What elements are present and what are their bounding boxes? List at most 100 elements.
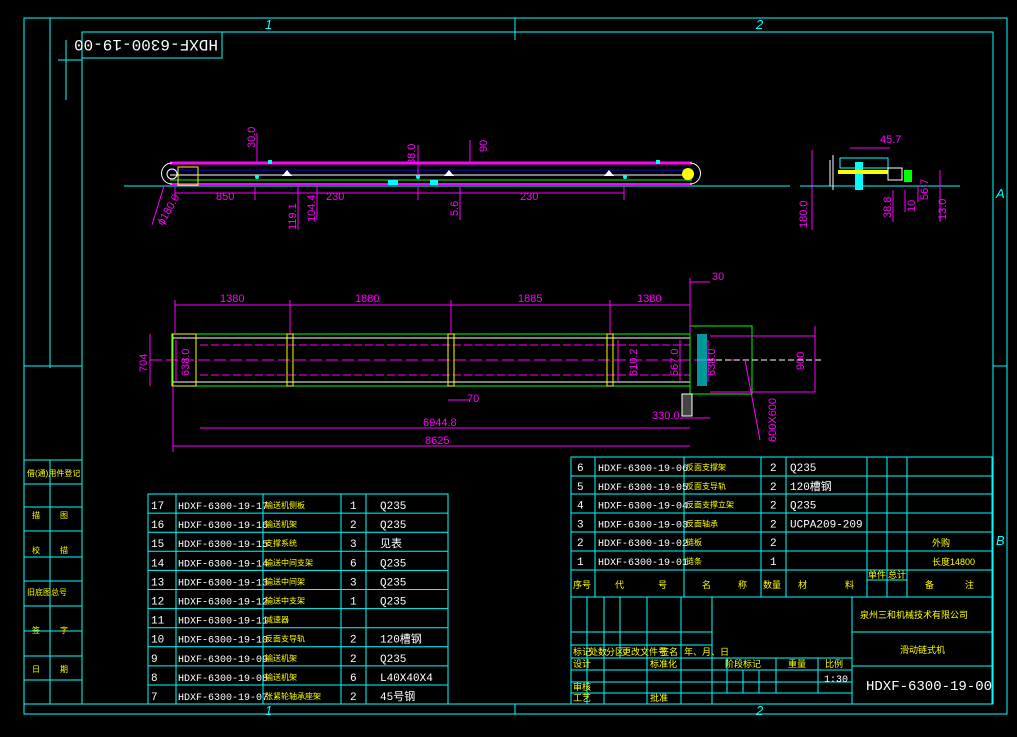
product-name: 滑动链式机 <box>900 644 945 655</box>
part-no: 9 <box>151 654 158 666</box>
part-code: HDXF-6300-19-09 <box>178 655 268 666</box>
left-strip-0-label: 借(通)用件登记 <box>27 468 80 478</box>
parts-upper-header-6-label: 材 <box>798 579 807 590</box>
part-qty: 2 <box>770 519 777 531</box>
part-qty: 2 <box>350 635 357 647</box>
dims-plan-6-label: 638.0 <box>180 348 192 376</box>
title-block: 泉州三和机械技术有限公司 滑动链式机 标记 处数 分区 更改文件号 签名 年、月… <box>570 596 993 705</box>
title-block-design-label: 设计 <box>573 658 591 669</box>
zone-right-b: B <box>996 533 1005 548</box>
part-material: 见表 <box>380 536 402 551</box>
left-strip-9-label: 期 <box>60 665 68 674</box>
dims-plan-11-label: 70 <box>467 393 479 405</box>
part-code: HDXF-6300-19-03 <box>598 520 688 531</box>
upper-table-header: 序号 代 号 名 称 数量 材 料 单件 总计 备 注 <box>573 569 974 590</box>
dims-section-4-label: 13.0 <box>937 199 949 220</box>
dims-plan-14-label: 8625 <box>425 435 449 447</box>
upper-table-row: 3 HDXF-6300-19-03反面轴承 2 UCPA209-209 <box>577 518 863 531</box>
part-code: HDXF-6300-19-17 <box>178 502 268 513</box>
part-no: 8 <box>151 673 158 685</box>
part-qty: 6 <box>350 673 357 685</box>
dims-side-6-label: 119.1 <box>287 203 299 230</box>
zone-bottom-2: 2 <box>755 703 764 718</box>
part-qty: 2 <box>350 692 357 704</box>
part-no: 6 <box>577 463 584 475</box>
part-qty: 1 <box>350 501 357 513</box>
part-qty: 2 <box>770 482 777 494</box>
upper-table-row: 5 HDXF-6300-19-05反面支导轨 2 120槽钢 <box>577 480 832 494</box>
part-name: 反面支撑立架 <box>686 500 734 510</box>
part-code: HDXF-6300-19-07 <box>178 693 268 704</box>
lower-table-row: 7 HDXF-6300-19-07张紧轮轴承座架 2 45号钢 <box>151 690 415 704</box>
part-qty: 6 <box>350 558 357 570</box>
dims-section-0-label: 45.7 <box>880 134 901 146</box>
part-no: 17 <box>151 501 164 513</box>
part-name: 反面支导轨 <box>265 634 305 644</box>
dims-plan-9-label: 638.0 <box>706 348 718 376</box>
part-code: HDXF-6300-19-01 <box>598 558 688 569</box>
part-qty: 1 <box>770 557 777 569</box>
dims-side-0-label: 30.0 <box>246 127 258 148</box>
scale-value: 1:30 <box>824 675 848 686</box>
part-material: Q235 <box>380 520 406 532</box>
title-block-row-labels-5-label: 年、月、日 <box>684 646 729 657</box>
lower-table-row: 8 HDXF-6300-19-08输送机架 6 L40X40X4 <box>151 672 433 685</box>
part-name: 输送中间架 <box>265 576 305 586</box>
parts-upper-header-4-label: 称 <box>738 579 747 590</box>
dims-side-3-label: 850 <box>216 191 234 203</box>
parts-upper-header-5-label: 数量 <box>763 579 781 590</box>
upper-table-row: 4 HDXF-6300-19-04反面支撑立架 2 Q235 <box>577 500 816 513</box>
part-code: HDXF-6300-19-06 <box>598 464 688 475</box>
plan-view <box>150 325 822 417</box>
part-no: 13 <box>151 577 164 589</box>
part-no: 1 <box>577 557 584 569</box>
dims-side-10-label: 180.0 <box>798 200 810 228</box>
left-strip-5-label: 旧底图总号 <box>27 587 67 597</box>
dims-section-2-label: 10 <box>906 200 918 212</box>
upper-table-row: 1 HDXF-6300-19-01链条 1 长度14800 <box>577 556 975 569</box>
part-no: 12 <box>151 597 164 609</box>
title-block-check-label: 审核 <box>573 681 591 692</box>
part-no: 7 <box>151 692 158 704</box>
part-qty: 2 <box>770 538 777 550</box>
parts-upper-header-9-label: 总计 <box>888 569 906 580</box>
left-strip-labels: 借(通)用件登记 描 图 校 描 旧底图总号 签 字 日 期 <box>27 468 80 674</box>
title-block-weight-label: 重量 <box>788 658 806 669</box>
mirrored-drawing-number: HDXF-6300-19-00 <box>74 35 218 53</box>
part-code: HDXF-6300-19-08 <box>178 674 268 685</box>
part-qty: 2 <box>770 501 777 513</box>
part-name: 输送机架 <box>265 653 297 663</box>
dims-side-5-label: 230 <box>520 191 538 203</box>
lower-table-row: 11 HDXF-6300-19-11减速器 <box>151 615 289 628</box>
part-material: UCPA209-209 <box>790 519 863 531</box>
part-material: Q235 <box>380 654 406 666</box>
part-material: Q235 <box>380 501 406 513</box>
lower-table-row: 16 HDXF-6300-19-16输送机架 2 Q235 <box>151 519 406 532</box>
title-block-stage-label: 阶段标记 <box>725 658 761 669</box>
side-view-dim-text: 30.0 38.0 90 850 230 230 119.1 104.4 5.6… <box>155 127 810 230</box>
part-no: 4 <box>577 501 584 513</box>
part-name: 减速器 <box>265 615 289 625</box>
dims-plan-13-label: 6944.8 <box>423 417 457 429</box>
parts-table-upper: 6 HDXF-6300-19-06反面支撑架 2 Q235 5 HDXF-6300-19-… <box>570 456 993 598</box>
dims-plan-10-label: 900 <box>795 352 807 370</box>
zone-right-a: A <box>995 186 1005 201</box>
lower-table-row: 15 HDXF-6300-19-15支撑系统 3 见表 <box>151 536 402 551</box>
dims-plan-7-label: 610.2 <box>628 348 640 376</box>
part-code: HDXF-6300-19-11 <box>178 617 268 628</box>
part-no: 10 <box>151 635 164 647</box>
part-code: HDXF-6300-19-05 <box>598 483 688 494</box>
part-code: HDXF-6300-19-04 <box>598 502 688 513</box>
part-no: 16 <box>151 520 164 532</box>
zone-top-2: 2 <box>755 17 764 32</box>
part-no: 14 <box>151 558 165 570</box>
title-block-ratio-label: 比例 <box>825 658 843 669</box>
part-qty: 3 <box>350 577 357 589</box>
left-strip-8-label: 日 <box>32 665 40 674</box>
part-code: HDXF-6300-19-16 <box>178 521 268 532</box>
part-name: 输送机架 <box>265 519 297 529</box>
dims-plan-3-label: 1380 <box>637 293 661 305</box>
title-block-process-label: 工艺 <box>573 693 591 703</box>
cad-drawing: 1 2 1 2 A B HDXF-6300-19-00 借(通)用件登记 描 图… <box>23 17 1008 718</box>
parts-upper-header-10-label: 备 <box>925 579 934 590</box>
